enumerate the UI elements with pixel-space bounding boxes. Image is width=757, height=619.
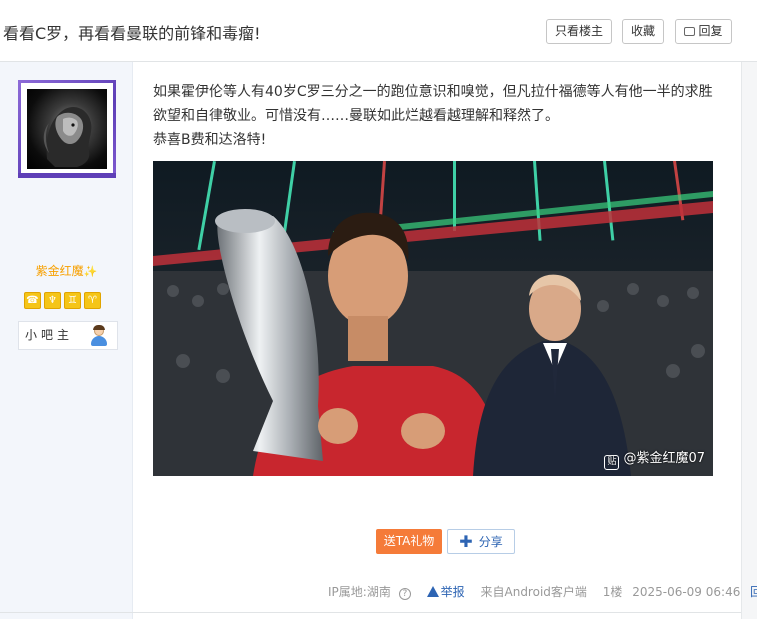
send-gift-button[interactable]: 送TA礼物 bbox=[376, 529, 442, 554]
floor-number: 1楼 bbox=[602, 585, 623, 599]
post-meta: IP属地:湖南? 举报 来自Android客户端 1楼 2025-06-09 0… bbox=[328, 583, 757, 600]
image-watermark: 贴 @紫金红魔07 bbox=[604, 447, 705, 470]
chat-bubble-icon bbox=[684, 27, 696, 36]
role-label: 小吧主 bbox=[25, 328, 74, 342]
thread-title: 看看C罗，再看看曼联的前锋和毒瘤! bbox=[3, 24, 261, 43]
post-content: 如果霍伊伦等人有40岁C罗三分之一的跑位意识和嗅觉，但凡拉什福德等人有他一半的求… bbox=[153, 80, 723, 152]
report-link[interactable]: 举报 bbox=[426, 585, 471, 599]
post-paragraph: 如果霍伊伦等人有40岁C罗三分之一的跑位意识和嗅觉，但凡拉什福德等人有他一半的求… bbox=[153, 84, 713, 124]
badge-icon[interactable]: ☎ bbox=[24, 292, 41, 309]
post-image[interactable]: 贴 @紫金红魔07 bbox=[153, 161, 713, 476]
thread-header: 看看C罗，再看看曼联的前锋和毒瘤! 只看楼主 收藏 回复 bbox=[0, 0, 757, 62]
ip-location: IP属地:湖南? bbox=[328, 585, 417, 600]
help-icon[interactable]: ? bbox=[398, 588, 411, 600]
plus-icon: ✚ bbox=[459, 532, 473, 551]
badge-row: ☎ ♆ ♊ ♈ bbox=[24, 292, 104, 309]
reply-button[interactable]: 回复 bbox=[675, 19, 732, 44]
post-datetime: 2025-06-09 06:46 bbox=[632, 585, 741, 599]
badge-icon[interactable]: ♈ bbox=[84, 292, 101, 309]
reply-button-label: 回复 bbox=[698, 24, 723, 38]
role-badge: 小吧主 bbox=[18, 321, 118, 350]
share-label: 分享 bbox=[478, 535, 503, 549]
post-paragraph: 恭喜B费和达洛特! bbox=[153, 132, 267, 148]
tieba-icon: 贴 bbox=[604, 455, 620, 470]
only-lz-button[interactable]: 只看楼主 bbox=[546, 19, 612, 44]
moderator-avatar-icon bbox=[89, 325, 109, 346]
author-name[interactable]: 紫金红魔✨ bbox=[0, 262, 133, 279]
badge-icon[interactable]: ♊ bbox=[64, 292, 81, 309]
floor-reply-link[interactable]: 回复 bbox=[750, 585, 757, 599]
divider bbox=[0, 612, 741, 613]
client-source: 来自Android客户端 bbox=[480, 585, 587, 599]
share-button[interactable]: ✚ 分享 bbox=[447, 529, 515, 554]
author-sidebar: 楼主 紫金红魔✨ ☎♆♊♈ 小吧主 bbox=[0, 62, 133, 619]
favorite-button[interactable]: 收藏 bbox=[622, 19, 664, 44]
page-edge bbox=[741, 62, 757, 619]
badge-icon[interactable]: ♆ bbox=[44, 292, 61, 309]
sparkle-icon: ✨ bbox=[83, 265, 98, 278]
trophy-photo bbox=[153, 161, 713, 476]
warning-icon bbox=[426, 586, 439, 597]
